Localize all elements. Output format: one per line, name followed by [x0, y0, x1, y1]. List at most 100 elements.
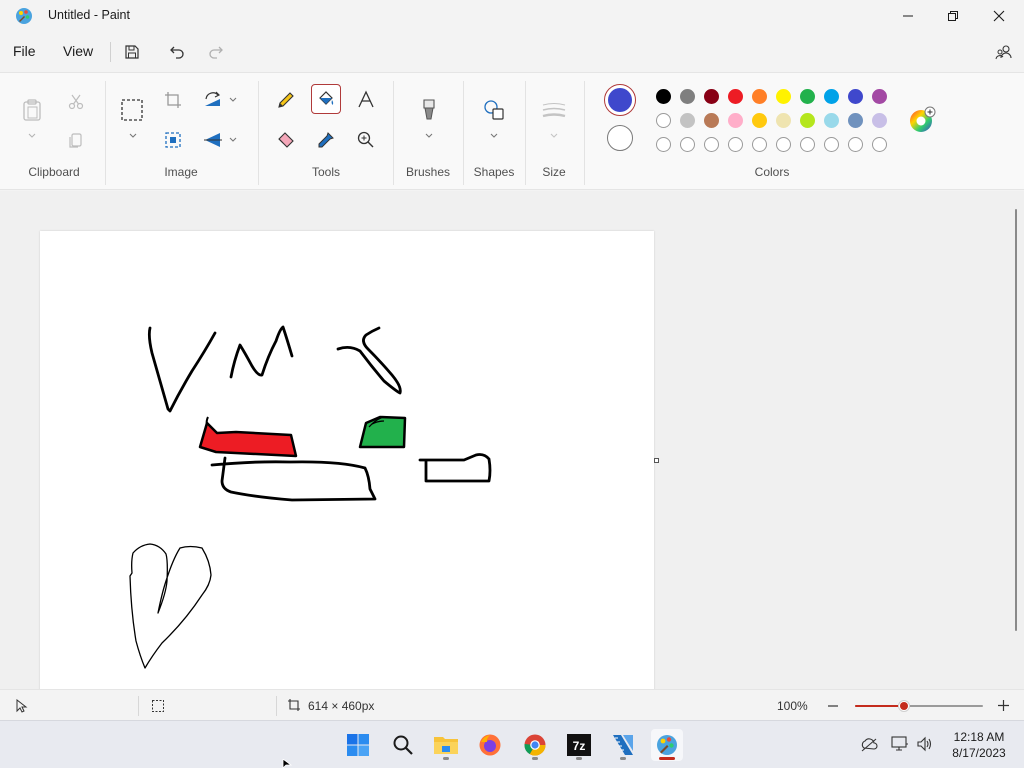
chevron-down-icon[interactable]: [549, 131, 559, 141]
save-button[interactable]: [119, 40, 145, 64]
canvas-size-label: 614 × 460px: [308, 699, 375, 713]
zoom-in-icon[interactable]: [997, 699, 1010, 712]
palette-swatch[interactable]: [752, 89, 767, 104]
paste-button[interactable]: [17, 95, 47, 125]
save-icon: [125, 45, 139, 59]
primary-color-button[interactable]: [604, 84, 636, 116]
running-indicator: [443, 757, 449, 760]
fill-button[interactable]: [311, 84, 341, 114]
close-button[interactable]: [976, 0, 1022, 32]
file-explorer-button[interactable]: [430, 729, 462, 761]
svg-text:7z: 7z: [573, 739, 586, 753]
rotate-button[interactable]: [198, 85, 228, 115]
cut-button[interactable]: [61, 87, 91, 117]
volume-icon[interactable]: [916, 736, 934, 752]
menu-file[interactable]: File: [13, 43, 36, 59]
zoom-out-icon[interactable]: [827, 700, 839, 712]
restore-button[interactable]: [930, 0, 976, 32]
custom-color-slot[interactable]: [824, 137, 839, 152]
chrome-button[interactable]: [519, 729, 551, 761]
select-button[interactable]: [117, 95, 147, 125]
menu-view[interactable]: View: [63, 43, 93, 59]
7zip-button[interactable]: 7z: [563, 729, 595, 761]
palette-swatch[interactable]: [704, 113, 719, 128]
minimize-button[interactable]: [885, 0, 931, 32]
custom-color-slot[interactable]: [656, 137, 671, 152]
windows-icon: [347, 734, 369, 756]
custom-color-slot[interactable]: [752, 137, 767, 152]
chevron-down-icon[interactable]: [424, 131, 434, 141]
palette-swatch[interactable]: [824, 113, 839, 128]
palette-swatch[interactable]: [776, 113, 791, 128]
mouse-pointer-icon: [282, 759, 292, 768]
palette-swatch[interactable]: [728, 89, 743, 104]
selection-size-icon: [152, 700, 164, 712]
color-picker-button[interactable]: [311, 125, 341, 155]
stroke-small-rect: [418, 453, 492, 483]
app-ruler-button[interactable]: [607, 729, 639, 761]
chevron-down-icon[interactable]: [27, 131, 37, 141]
palette-swatch[interactable]: [752, 113, 767, 128]
copy-button[interactable]: [61, 125, 91, 155]
palette-swatch[interactable]: [824, 89, 839, 104]
custom-color-slot[interactable]: [704, 137, 719, 152]
display-icon[interactable]: [891, 736, 909, 752]
size-button[interactable]: [539, 95, 569, 125]
custom-color-slot[interactable]: [728, 137, 743, 152]
text-button[interactable]: [351, 85, 381, 115]
palette-swatch[interactable]: [872, 89, 887, 104]
custom-color-slot[interactable]: [800, 137, 815, 152]
system-clock[interactable]: 12:18 AM 8/17/2023: [940, 729, 1018, 761]
zoom-slider[interactable]: [855, 700, 983, 712]
magnifier-button[interactable]: [351, 125, 381, 155]
ruler-app-icon: [613, 735, 633, 755]
resize-button[interactable]: [158, 125, 188, 155]
account-button[interactable]: [991, 40, 1017, 64]
palette-swatch[interactable]: [704, 89, 719, 104]
chevron-down-icon[interactable]: [228, 135, 238, 145]
palette-swatch[interactable]: [848, 113, 863, 128]
palette-swatch[interactable]: [656, 113, 671, 128]
palette-swatch[interactable]: [680, 113, 695, 128]
palette-swatch[interactable]: [848, 89, 863, 104]
status-divider: [138, 696, 139, 716]
ribbon: Clipboard Image Tools Brushes Shapes Siz…: [0, 72, 1024, 190]
start-button[interactable]: [342, 729, 374, 761]
redo-button[interactable]: [203, 40, 229, 64]
palette-swatch[interactable]: [872, 113, 887, 128]
restore-icon: [948, 11, 958, 21]
custom-color-slot[interactable]: [680, 137, 695, 152]
custom-color-slot[interactable]: [776, 137, 791, 152]
chevron-down-icon[interactable]: [489, 131, 499, 141]
flip-button[interactable]: [198, 125, 228, 155]
paint-taskbar-button[interactable]: [651, 729, 683, 761]
palette-swatch[interactable]: [728, 113, 743, 128]
palette-swatch[interactable]: [656, 89, 671, 104]
firefox-button[interactable]: [474, 729, 506, 761]
search-button[interactable]: [387, 729, 419, 761]
shapes-button[interactable]: [479, 95, 509, 125]
palette-swatch[interactable]: [800, 89, 815, 104]
colors-group-label: Colors: [754, 165, 790, 179]
network-offline-icon[interactable]: [860, 737, 878, 753]
crop-button[interactable]: [158, 85, 188, 115]
brushes-button[interactable]: [414, 95, 444, 125]
undo-button[interactable]: [164, 40, 190, 64]
canvas-resize-handle[interactable]: [654, 458, 659, 463]
chevron-down-icon[interactable]: [128, 131, 138, 141]
palette-swatch[interactable]: [680, 89, 695, 104]
edit-colors-button[interactable]: [907, 105, 937, 135]
eraser-button[interactable]: [271, 125, 301, 155]
custom-color-slot[interactable]: [848, 137, 863, 152]
chevron-down-icon[interactable]: [228, 95, 238, 105]
secondary-color-button[interactable]: [607, 125, 633, 151]
vertical-scrollbar[interactable]: [1015, 209, 1017, 631]
custom-color-slot[interactable]: [872, 137, 887, 152]
palette-swatch[interactable]: [776, 89, 791, 104]
drawing-canvas[interactable]: [40, 231, 654, 689]
pencil-button[interactable]: [271, 85, 301, 115]
minimize-icon: [903, 15, 913, 17]
pencil-icon: [278, 92, 294, 108]
palette-swatch[interactable]: [800, 113, 815, 128]
zoom-slider-thumb[interactable]: [898, 700, 910, 712]
